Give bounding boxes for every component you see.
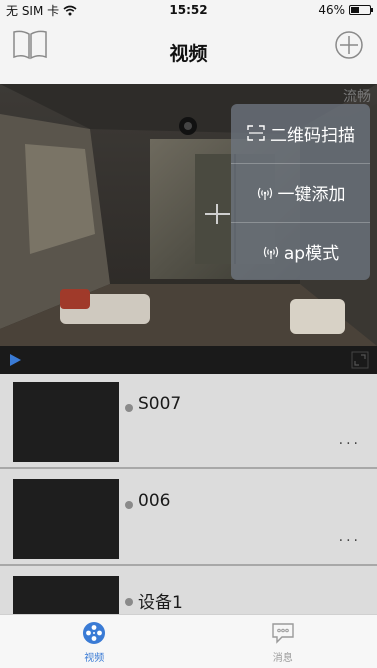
- menu-item-label: 二维码扫描: [270, 125, 355, 146]
- menu-item-label: 一键添加: [277, 185, 346, 205]
- list-item[interactable]: 006 ...: [0, 471, 377, 566]
- wireless-icon: [263, 246, 278, 259]
- menu-item-one-click-add[interactable]: 一键添加: [231, 163, 370, 221]
- qr-scan-icon: [247, 125, 265, 141]
- tab-messages[interactable]: 消息: [189, 615, 377, 668]
- device-name: S007: [138, 394, 182, 414]
- status-right: 46%: [318, 3, 373, 17]
- status-dot: [125, 598, 133, 606]
- status-dot: [125, 501, 133, 509]
- wireless-icon: [257, 187, 272, 200]
- menu-item-qr-scan[interactable]: 二维码扫描: [231, 104, 370, 162]
- fullscreen-icon[interactable]: [351, 351, 369, 369]
- list-item[interactable]: 设备1 ...: [0, 568, 377, 614]
- add-device-menu: 二维码扫描 一键添加 ap模式: [231, 104, 370, 280]
- menu-item-ap-mode[interactable]: ap模式: [231, 222, 370, 280]
- video-controls-bar: [0, 346, 377, 374]
- status-left: 无 SIM 卡: [6, 2, 77, 19]
- more-options-button[interactable]: ...: [339, 432, 361, 448]
- tab-video[interactable]: 视频: [0, 615, 189, 668]
- device-list: S007 ... 006 ... 设备1 ...: [0, 374, 377, 614]
- battery-fill: [351, 7, 360, 13]
- film-reel-icon: [83, 622, 106, 644]
- status-bar: 无 SIM 卡 15:52 46%: [0, 0, 377, 20]
- play-icon[interactable]: [8, 353, 22, 367]
- book-icon[interactable]: [10, 28, 50, 62]
- device-thumbnail[interactable]: [13, 576, 119, 614]
- device-name: 设备1: [138, 593, 183, 613]
- nav-bar: 视频: [0, 20, 377, 84]
- wifi-icon: [63, 5, 77, 15]
- device-thumbnail[interactable]: [13, 479, 119, 559]
- battery-icon: [349, 5, 373, 15]
- chat-bubble-icon: [272, 623, 294, 644]
- clock: 15:52: [169, 3, 208, 17]
- page-title: 视频: [169, 42, 208, 65]
- tab-bar: 视频 消息: [0, 614, 377, 668]
- list-item[interactable]: S007 ...: [0, 374, 377, 469]
- device-thumbnail[interactable]: [13, 382, 119, 462]
- app-screen: 无 SIM 卡 15:52 46% 视频 流畅 二维码扫描 一键添加 ap模式 …: [0, 0, 377, 668]
- carrier-label: 无 SIM 卡: [6, 3, 60, 18]
- battery-percent: 46%: [318, 3, 345, 17]
- stream-quality-label[interactable]: 流畅: [343, 86, 371, 106]
- device-name: 006: [138, 491, 171, 511]
- plus-circle-icon[interactable]: [327, 28, 367, 62]
- tab-label: 消息: [272, 653, 293, 664]
- tab-label: 视频: [84, 653, 105, 664]
- menu-item-label: ap模式: [283, 244, 340, 264]
- status-dot: [125, 404, 133, 412]
- more-options-button[interactable]: ...: [339, 529, 361, 545]
